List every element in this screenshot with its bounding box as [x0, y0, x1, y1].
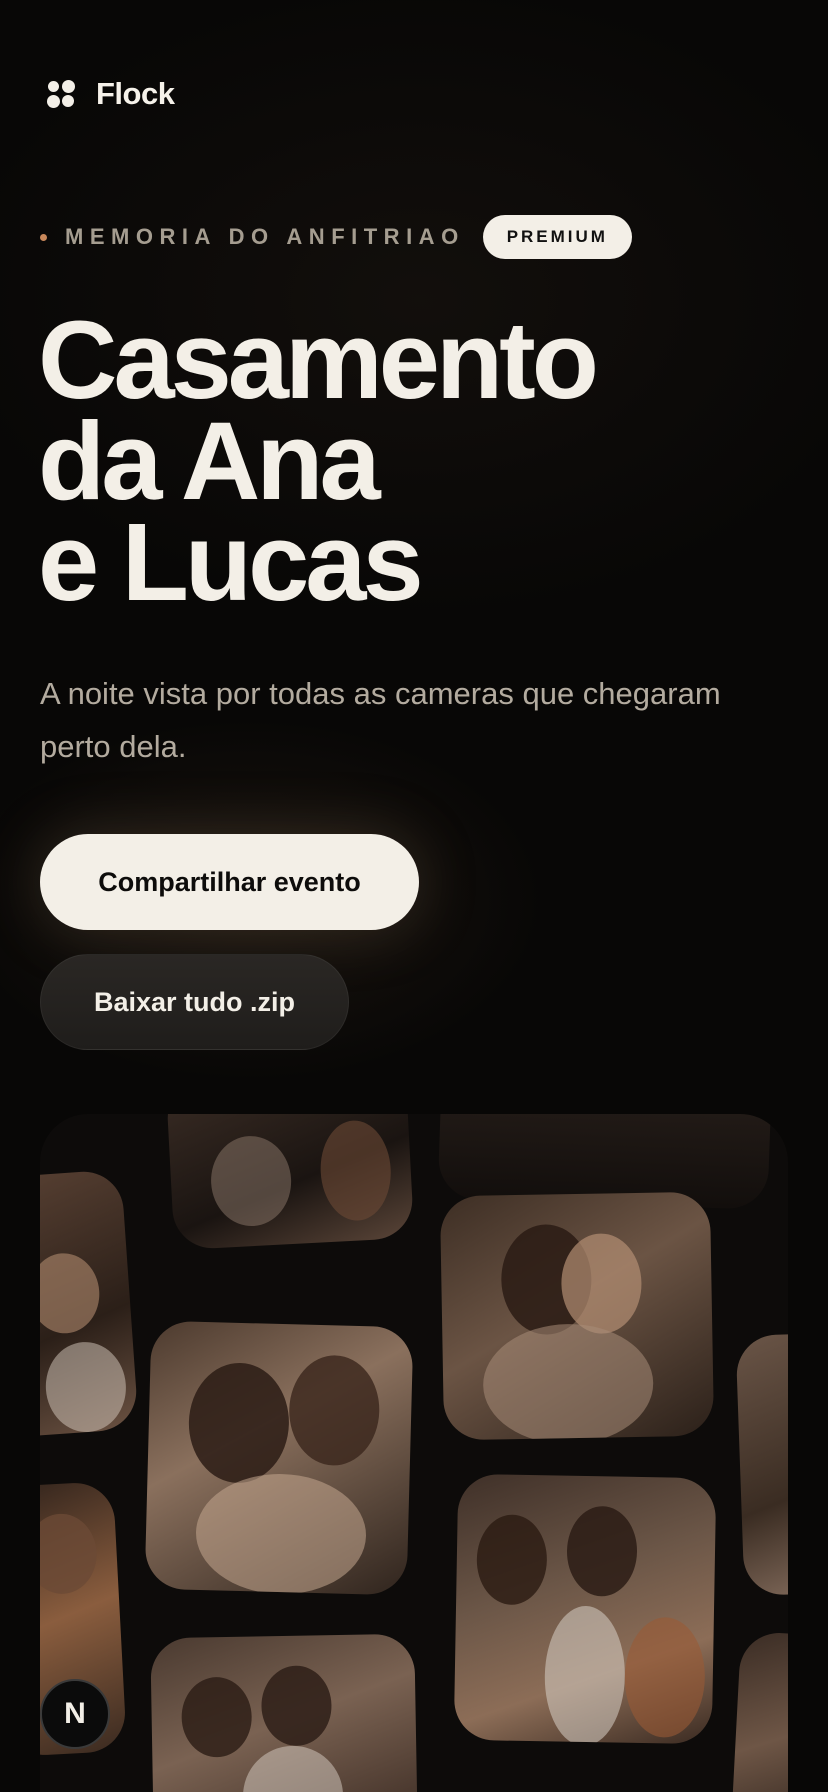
eyebrow-row: MEMORIA DO ANFITRIAO PREMIUM — [40, 215, 632, 259]
page-subtitle: A noite vista por todas as cameras que c… — [40, 676, 721, 764]
gallery-photo[interactable] — [730, 1630, 788, 1792]
app-header: Flock — [46, 76, 175, 112]
download-zip-button[interactable]: Baixar tudo .zip — [40, 954, 349, 1050]
floating-n-badge[interactable]: N — [40, 1679, 110, 1749]
gallery-photo[interactable] — [165, 1114, 415, 1251]
page-title-line: e Lucas — [38, 501, 424, 624]
gallery-photo[interactable] — [150, 1633, 418, 1792]
photo-gallery — [40, 1114, 788, 1792]
gallery-photo[interactable] — [453, 1473, 717, 1745]
premium-badge: PREMIUM — [482, 215, 632, 259]
share-event-button[interactable]: Compartilhar evento — [40, 834, 419, 930]
page-title: Casamento da Ana e Lucas — [38, 299, 778, 624]
eyebrow-label: MEMORIA DO ANFITRIAO — [65, 224, 465, 249]
gallery-photo[interactable] — [144, 1320, 414, 1596]
gallery-photo[interactable] — [439, 1191, 715, 1441]
gallery-photo[interactable] — [735, 1331, 788, 1597]
page-title-line: Casamento — [38, 299, 599, 422]
flock-logo-icon[interactable] — [46, 79, 76, 109]
page-title-line: da Ana — [38, 400, 381, 523]
brand-name[interactable]: Flock — [96, 76, 175, 112]
gallery-photo[interactable] — [40, 1169, 139, 1439]
eyebrow-dot-icon — [40, 233, 47, 241]
